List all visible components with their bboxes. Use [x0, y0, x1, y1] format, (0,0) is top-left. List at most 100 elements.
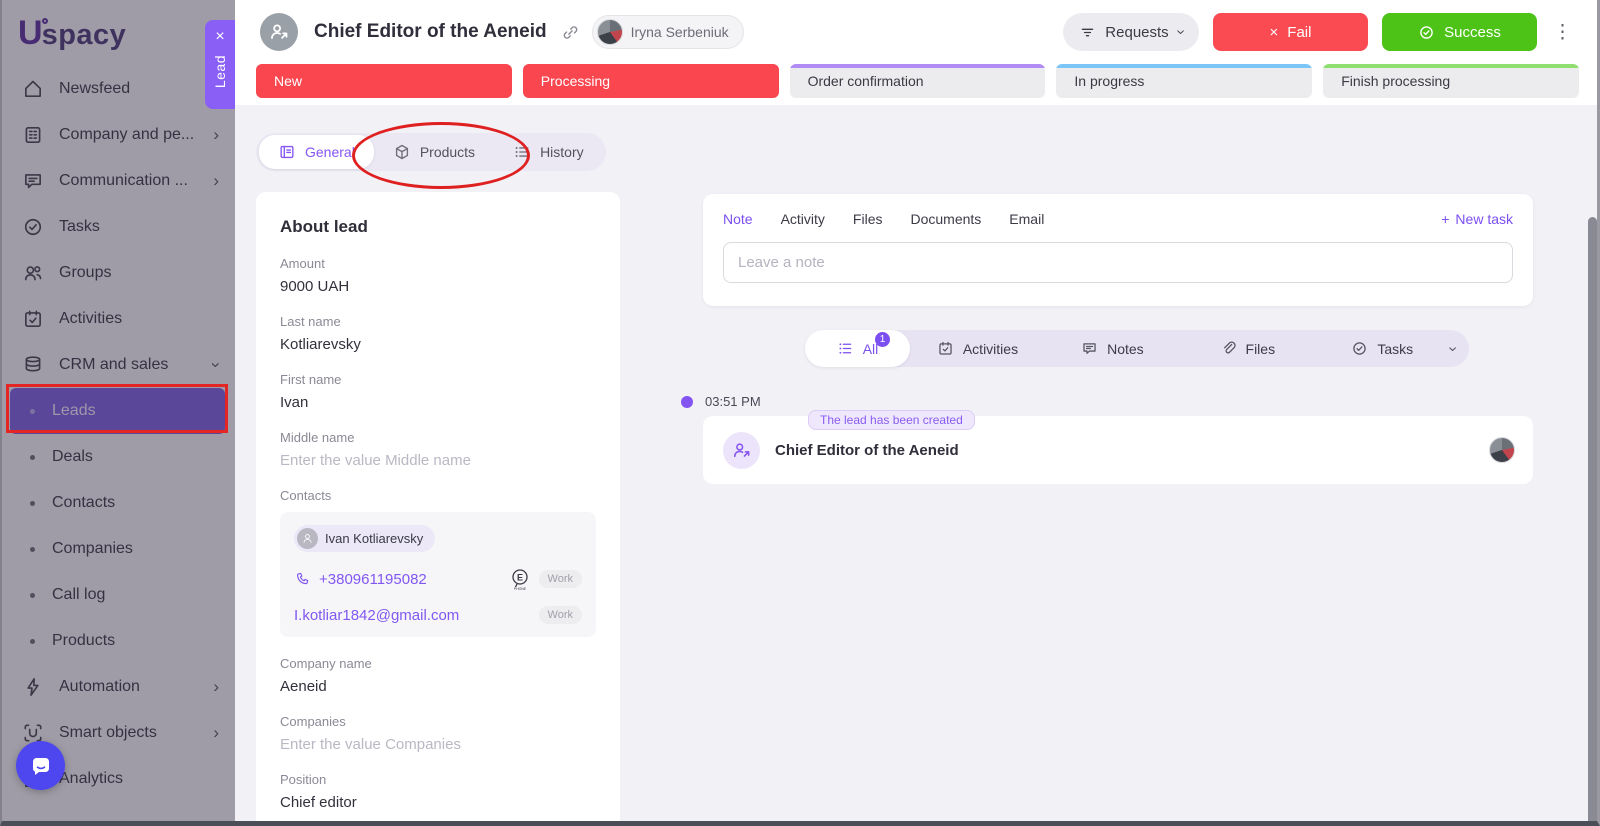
new-task-label: New task	[1455, 211, 1513, 227]
filter-notes[interactable]: Notes	[1045, 330, 1180, 367]
filter-label: Notes	[1107, 341, 1144, 357]
field-label-position: Position	[280, 772, 596, 787]
copy-link-icon[interactable]	[561, 23, 580, 42]
sidebar-item-products[interactable]: Products	[0, 618, 235, 664]
sidebar-item-label: Smart objects	[59, 724, 157, 742]
sidebar-item-contacts[interactable]: Contacts	[0, 480, 235, 526]
chevron-right-icon: ›	[213, 677, 219, 697]
bullet-icon	[30, 455, 35, 460]
filter-tasks[interactable]: Tasks	[1315, 330, 1450, 367]
field-value-company-name[interactable]: Aeneid	[280, 678, 596, 695]
box-icon	[393, 143, 411, 161]
about-lead-card: About lead Amount 9000 UAH Last name Kot…	[256, 192, 620, 826]
list-icon	[837, 340, 854, 357]
chevron-down-icon[interactable]: ›	[1443, 346, 1461, 351]
sidebar-item-label: Automation	[59, 678, 140, 696]
sidebar-item-groups[interactable]: Groups	[0, 250, 235, 296]
tab-note[interactable]: Note	[723, 211, 753, 227]
lead-tab-label: Lead	[212, 55, 228, 88]
more-options-icon[interactable]: ⋮	[1551, 21, 1574, 44]
email-type-badge: Work	[539, 606, 582, 624]
stage-accent-bar	[790, 64, 1046, 68]
person-icon	[297, 528, 318, 549]
intercom-chat-button[interactable]	[16, 741, 65, 790]
stage-order-confirmation[interactable]: Order confirmation	[790, 64, 1046, 98]
telephony-provider-icon[interactable]: E PHONE	[509, 567, 531, 591]
tab-documents[interactable]: Documents	[910, 211, 981, 227]
timeline-filterbar: All 1 Activities Notes Files Tasks ›	[805, 330, 1469, 367]
chat-bubble-icon	[28, 753, 54, 779]
close-icon[interactable]: ×	[215, 29, 224, 45]
timeline-dot	[681, 396, 693, 408]
avatar	[1489, 437, 1515, 463]
tab-activity[interactable]: Activity	[781, 211, 825, 227]
sidebar-item-label: Company and pe...	[59, 126, 194, 144]
sidebar-item-tasks[interactable]: Tasks	[0, 204, 235, 250]
sidebar-item-deals[interactable]: Deals	[0, 434, 235, 480]
vertical-scrollbar[interactable]	[1588, 217, 1597, 826]
calendar-icon	[937, 340, 954, 357]
field-placeholder-middle-name[interactable]: Enter the value Middle name	[280, 452, 596, 469]
phone-row: +380961195082 E PHONE Work	[294, 567, 582, 591]
composer-tabs: Note Activity Files Documents Email + Ne…	[723, 211, 1513, 227]
filter-all[interactable]: All 1	[805, 330, 910, 367]
sidebar-item-company-and-people[interactable]: Company and pe... ›	[0, 112, 235, 158]
tab-products[interactable]: Products	[374, 136, 494, 168]
tab-email[interactable]: Email	[1009, 211, 1044, 227]
lead-type-icon	[260, 13, 298, 51]
lead-panel-tab[interactable]: × Lead	[205, 20, 235, 109]
field-label-middle-name: Middle name	[280, 430, 596, 445]
field-placeholder-companies[interactable]: Enter the value Companies	[280, 736, 596, 753]
sidebar-item-label: Analytics	[59, 770, 123, 788]
sidebar-item-label: Contacts	[52, 494, 115, 512]
sidebar-item-communication[interactable]: Communication ... ›	[0, 158, 235, 204]
sidebar-item-leads[interactable]: Leads	[10, 388, 225, 434]
filter-activities[interactable]: Activities	[910, 330, 1045, 367]
filter-files[interactable]: Files	[1180, 330, 1315, 367]
home-icon	[22, 78, 44, 100]
sidebar-item-label: Call log	[52, 586, 105, 604]
field-label-last-name: Last name	[280, 314, 596, 329]
new-task-button[interactable]: + New task	[1441, 211, 1513, 227]
sidebar-item-automation[interactable]: Automation ›	[0, 664, 235, 710]
sidebar-item-crm-and-sales[interactable]: CRM and sales ›	[0, 342, 235, 388]
responsible-user-pill[interactable]: Iryna Serbeniuk	[592, 15, 744, 49]
stage-finish-processing[interactable]: Finish processing	[1323, 64, 1579, 98]
phone-link[interactable]: +380961195082	[294, 571, 427, 588]
sidebar-item-companies[interactable]: Companies	[0, 526, 235, 572]
sidebar-item-call-log[interactable]: Call log	[0, 572, 235, 618]
fail-button[interactable]: × Fail	[1213, 13, 1368, 51]
sidebar-item-activities[interactable]: Activities	[0, 296, 235, 342]
logo-text: spacy	[42, 19, 127, 52]
field-value-position[interactable]: Chief editor	[280, 794, 596, 811]
calendar-icon	[22, 308, 44, 330]
note-bubble-icon	[1081, 340, 1098, 357]
stage-new[interactable]: New	[256, 64, 512, 98]
stage-label: Order confirmation	[808, 73, 924, 89]
email-link[interactable]: I.kotliar1842@gmail.com	[294, 607, 459, 624]
success-button[interactable]: Success	[1382, 13, 1537, 51]
tab-general[interactable]: General	[259, 135, 374, 169]
sidebar-item-newsfeed[interactable]: Newsfeed	[0, 66, 235, 112]
field-label-amount: Amount	[280, 256, 596, 271]
stage-processing[interactable]: Processing	[523, 64, 779, 98]
avatar	[597, 19, 623, 45]
field-value-amount[interactable]: 9000 UAH	[280, 278, 596, 295]
page-title: Chief Editor of the Aeneid	[314, 21, 547, 43]
sidebar-item-label: Tasks	[59, 218, 100, 236]
field-value-last-name[interactable]: Kotliarevsky	[280, 336, 596, 353]
bullet-icon	[30, 547, 35, 552]
filter-label: Files	[1246, 341, 1276, 357]
note-input[interactable]	[723, 242, 1513, 283]
plus-icon: +	[1441, 211, 1449, 227]
bullet-icon	[30, 639, 35, 644]
contact-chip[interactable]: Ivan Kotliarevsky	[294, 525, 435, 552]
tab-history[interactable]: History	[494, 136, 603, 168]
card-icon	[278, 143, 296, 161]
field-value-first-name[interactable]: Ivan	[280, 394, 596, 411]
stage-in-progress[interactable]: In progress	[1056, 64, 1312, 98]
tab-files[interactable]: Files	[853, 211, 883, 227]
uspacy-logo[interactable]: U spacy	[0, 0, 235, 52]
requests-dropdown[interactable]: Requests ›	[1063, 13, 1199, 51]
responsible-name: Iryna Serbeniuk	[631, 24, 729, 40]
